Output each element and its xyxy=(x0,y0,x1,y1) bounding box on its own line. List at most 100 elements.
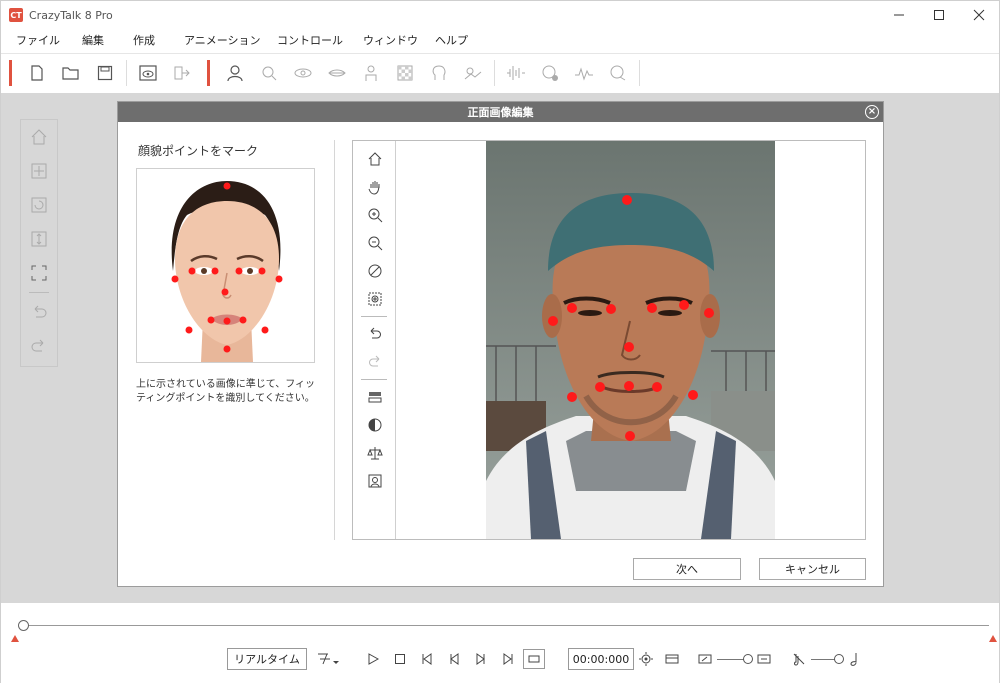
speed-slider-knob[interactable] xyxy=(743,654,753,664)
save-icon[interactable] xyxy=(88,57,122,89)
subject-photo[interactable] xyxy=(486,141,775,539)
main-toolbar xyxy=(1,53,999,91)
transport-bar: リアルタイム 00:00:000 xyxy=(1,643,999,683)
home-icon[interactable] xyxy=(21,120,57,154)
editor-separator xyxy=(361,316,387,317)
front-image-edit-dialog: 正面画像編集 × 顔貌ポイントをマーク 上に示されている画像に準じて、フィッティ… xyxy=(117,101,884,587)
timeline-start-marker[interactable] xyxy=(11,635,19,642)
face-editor-panel xyxy=(352,140,866,540)
play-icon[interactable] xyxy=(363,649,383,669)
app-logo-icon: CT xyxy=(9,8,23,22)
head-profile-icon[interactable] xyxy=(218,57,252,89)
editor-redo-icon[interactable] xyxy=(353,348,396,376)
realtime-button[interactable]: リアルタイム xyxy=(227,648,307,670)
step-forward-icon[interactable] xyxy=(471,649,491,669)
panel-separator xyxy=(29,292,49,293)
app-title: CrazyTalk 8 Pro xyxy=(29,8,113,22)
new-file-icon[interactable] xyxy=(20,57,54,89)
contrast-icon[interactable] xyxy=(353,411,396,439)
stop-icon[interactable] xyxy=(390,649,410,669)
dialog-close-icon[interactable]: × xyxy=(865,105,879,119)
cancel-button[interactable]: キャンセル xyxy=(759,558,866,580)
open-folder-icon[interactable] xyxy=(54,57,88,89)
maximize-button[interactable] xyxy=(919,1,959,29)
toolbar-separator xyxy=(126,59,127,86)
head-outline-icon[interactable] xyxy=(422,57,456,89)
reset-view-icon[interactable] xyxy=(353,145,396,173)
dialog-title: 正面画像編集 xyxy=(467,106,534,119)
dialog-instruction: 顔貌ポイントをマーク xyxy=(138,144,259,158)
eye-icon[interactable] xyxy=(286,57,320,89)
volume-slider-knob[interactable] xyxy=(834,654,844,664)
body-icon[interactable] xyxy=(354,57,388,89)
time-settings-gear-icon[interactable] xyxy=(636,649,656,669)
menu-bar: ファイル 編集 作成 アニメーション コントロール ウィンドウ ヘルプ xyxy=(1,29,999,51)
editor-separator-2 xyxy=(361,379,387,380)
scene-icon[interactable] xyxy=(456,57,490,89)
close-button[interactable] xyxy=(959,1,999,29)
mouth-icon[interactable] xyxy=(320,57,354,89)
window-controls xyxy=(879,1,999,29)
skip-start-icon[interactable] xyxy=(417,649,437,669)
zoom-out-icon[interactable] xyxy=(353,229,396,257)
maximize-icon xyxy=(934,10,944,20)
balance-icon[interactable] xyxy=(353,439,396,467)
toolbar-separator-3 xyxy=(639,59,640,86)
background-checker-icon[interactable] xyxy=(388,57,422,89)
fit-view-icon[interactable] xyxy=(21,256,57,290)
menu-create[interactable]: 作成 xyxy=(133,32,184,48)
editor-undo-icon[interactable] xyxy=(353,320,396,348)
levels-icon[interactable] xyxy=(353,383,396,411)
portrait-icon[interactable] xyxy=(353,467,396,495)
timeline-end-marker[interactable] xyxy=(989,635,997,642)
skip-end-icon[interactable] xyxy=(498,649,518,669)
move-icon[interactable] xyxy=(21,154,57,188)
loop-icon[interactable] xyxy=(523,649,545,669)
waveform-icon[interactable] xyxy=(567,57,601,89)
volume-mute-icon[interactable] xyxy=(789,649,809,669)
menu-edit[interactable]: 編集 xyxy=(82,32,133,48)
dialog-header: 正面画像編集 × xyxy=(118,102,883,122)
menu-file[interactable]: ファイル xyxy=(16,32,82,48)
editor-toolbar xyxy=(353,141,396,539)
next-button[interactable]: 次へ xyxy=(633,558,741,580)
timeline-playhead[interactable] xyxy=(18,620,29,631)
toolbar-separator-2 xyxy=(494,59,495,86)
zoom-in-icon[interactable] xyxy=(353,201,396,229)
preview-icon[interactable] xyxy=(131,57,165,89)
redo-icon[interactable] xyxy=(21,329,57,363)
time-display[interactable]: 00:00:000 xyxy=(568,648,634,670)
close-icon xyxy=(973,9,985,21)
scale-vertical-icon[interactable] xyxy=(21,222,57,256)
menu-help[interactable]: ヘルプ xyxy=(435,32,468,48)
title-bar: CT CrazyTalk 8 Pro xyxy=(1,1,999,29)
face-puppet-icon[interactable] xyxy=(533,57,567,89)
clear-icon[interactable] xyxy=(353,257,396,285)
face-fit-icon[interactable] xyxy=(252,57,286,89)
viewport-tools xyxy=(20,119,58,367)
minimize-button[interactable] xyxy=(879,1,919,29)
speed-fast-icon[interactable] xyxy=(754,649,774,669)
menu-control[interactable]: コントロール xyxy=(277,32,363,48)
speed-slow-icon[interactable] xyxy=(695,649,715,669)
reference-face-image xyxy=(136,168,315,363)
timeline xyxy=(1,603,999,643)
motion-icon[interactable] xyxy=(601,57,635,89)
music-note-icon[interactable] xyxy=(844,649,864,669)
step-back-icon[interactable] xyxy=(444,649,464,669)
timeline-view-icon[interactable] xyxy=(662,649,682,669)
workspace: 正面画像編集 × 顔貌ポイントをマーク 上に示されている画像に準じて、フィッティ… xyxy=(1,93,999,603)
dialog-description: 上に示されている画像に準じて、フィッティングポイントを識別してください。 xyxy=(136,379,315,404)
audio-icon[interactable] xyxy=(499,57,533,89)
timeline-track[interactable] xyxy=(23,625,989,626)
rotate-icon[interactable] xyxy=(21,188,57,222)
undo-icon[interactable] xyxy=(21,295,57,329)
pan-hand-icon[interactable] xyxy=(353,173,396,201)
menu-animation[interactable]: アニメーション xyxy=(184,32,277,48)
toolbar-accent-mark-2 xyxy=(207,59,210,86)
puppet-dropdown-icon[interactable] xyxy=(315,649,341,669)
fit-frame-icon[interactable] xyxy=(353,285,396,313)
menu-window[interactable]: ウィンドウ xyxy=(363,32,435,48)
export-icon[interactable] xyxy=(165,57,199,89)
minimize-icon xyxy=(894,14,904,16)
